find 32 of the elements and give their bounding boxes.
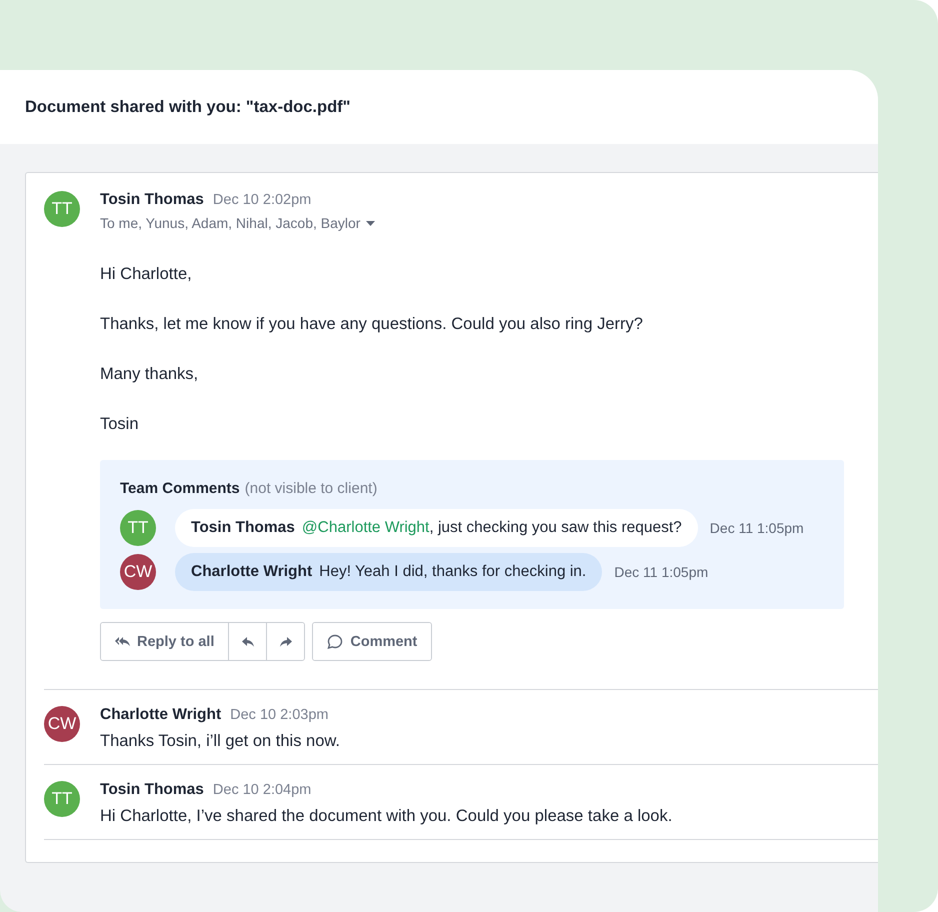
avatar: TT [44, 191, 80, 227]
forward-button[interactable] [266, 623, 304, 660]
avatar: TT [120, 510, 156, 546]
sender-name: Tosin Thomas [100, 191, 204, 209]
comment-bubble: Charlotte Wright Hey! Yeah I did, thanks for checking in. [175, 553, 602, 591]
comment-button[interactable]: Comment [313, 623, 432, 660]
comments-title: Team Comments [120, 480, 240, 497]
speech-bubble-icon [327, 634, 344, 650]
reply-icon [242, 636, 254, 646]
avatar: CW [120, 554, 156, 590]
avatar: CW [44, 706, 80, 742]
page-title: Document shared with you: "tax-doc.pdf" [0, 70, 878, 144]
message-text: Hi Charlotte, I’ve shared the document with you. Could you please take a look. [100, 807, 674, 826]
comment-time: Dec 11 1:05pm [614, 564, 708, 580]
sender-name: Charlotte Wright [100, 706, 222, 724]
message-text: Many thanks, [100, 365, 200, 384]
forward-icon [280, 636, 292, 646]
reply-all-icon [115, 636, 130, 647]
message-time: Dec 10 2:03pm [230, 707, 328, 723]
sender-name: Tosin Thomas [100, 781, 204, 799]
recipients: To me, Yunus, Adam, Nihal, Jacob, Baylor [100, 215, 360, 231]
comments-note: (not visible to client) [244, 480, 378, 497]
message-text: Thanks Tosin, i’ll get on this now. [100, 732, 341, 751]
message-text: Thanks, let me know if you have any questions. Could you also ring Jerry? [100, 315, 644, 334]
avatar: TT [44, 781, 80, 817]
comment-bubble: Tosin Thomas @Charlotte Wright, just checking you saw this request? [175, 509, 698, 547]
message-time: Dec 10 2:04pm [212, 782, 312, 798]
message-time: Dec 10 2:02pm [212, 192, 312, 208]
comment-time: Dec 11 1:05pm [710, 520, 804, 536]
dropdown-caret-icon[interactable] [366, 220, 376, 226]
message-text: Hi Charlotte, [100, 265, 193, 284]
message-text: Tosin [100, 415, 140, 434]
